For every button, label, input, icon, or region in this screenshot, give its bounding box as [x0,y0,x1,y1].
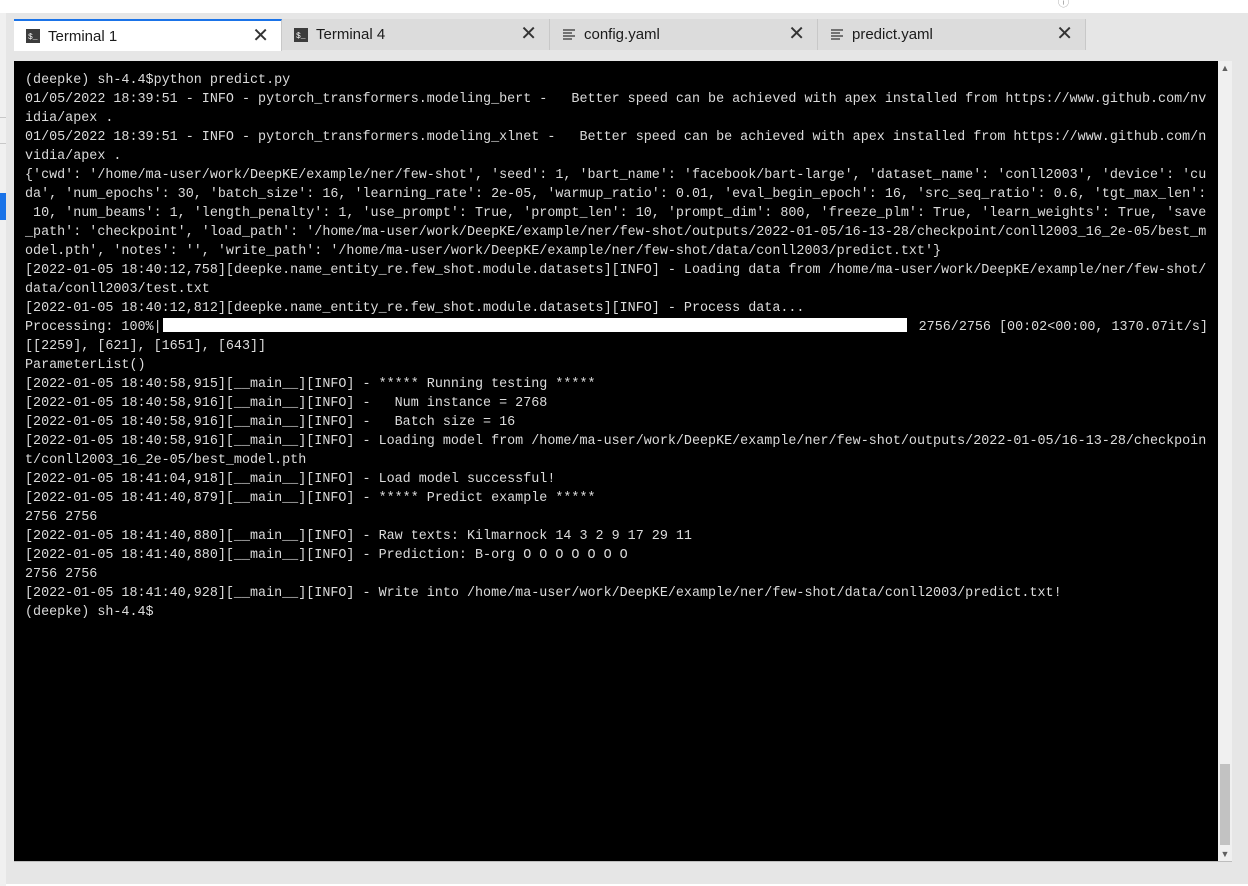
vertical-scrollbar[interactable]: ▲ ▼ [1218,61,1232,861]
terminal-line: [2022-01-05 18:41:40,880][__main__][INFO… [25,548,628,563]
terminal-line: odel.pth', 'notes': '', 'write_path': '/… [25,244,942,259]
close-icon[interactable]: ✕ [252,26,269,46]
tab-label: Terminal 4 [316,26,386,43]
terminal-line: 10, 'num_beams': 1, 'length_penalty': 1,… [25,206,1207,221]
terminal-line: data/conll2003/test.txt [25,282,210,297]
terminal-line: (deepke) sh-4.4$ [25,605,154,620]
terminal-line: 2756 2756 [25,510,98,525]
progress-suffix: 2756/2756 [00:02<00:00, 1370.07it/s] [910,320,1208,335]
text-file-icon [562,28,576,42]
terminal-line: _path': 'checkpoint', 'load_path': '/hom… [25,225,1207,240]
tab-label: predict.yaml [852,26,933,43]
terminal-icon: $_ [26,29,40,43]
tab-config-yaml[interactable]: config.yaml ✕ [550,19,818,50]
scroll-up-arrow-icon[interactable]: ▲ [1218,61,1232,75]
progress-line: Processing: 100%| 2756/2756 [00:02<00:00… [25,318,1208,337]
progress-bar [162,318,907,332]
terminal-line: {'cwd': '/home/ma-user/work/DeepKE/examp… [25,168,1207,183]
terminal-line: [2022-01-05 18:41:04,918][__main__][INFO… [25,472,556,487]
terminal-line: [2022-01-05 18:41:40,928][__main__][INFO… [25,586,1062,601]
terminal-line: [2022-01-05 18:41:40,880][__main__][INFO… [25,529,692,544]
terminal-line: idia/apex . [25,111,114,126]
terminal-line: t/conll2003_16_2e-05/best_model.pth [25,453,307,468]
terminal-line: [[2259], [621], [1651], [643]] [25,339,267,354]
scrollbar-thumb[interactable] [1220,764,1230,845]
tab-terminal-1[interactable]: $_ Terminal 1 ✕ [14,19,282,51]
terminal-line: [2022-01-05 18:40:58,915][__main__][INFO… [25,377,596,392]
svg-text:$_: $_ [28,33,38,42]
tab-label: Terminal 1 [48,27,118,45]
terminal-line: [2022-01-05 18:40:12,758][deepke.name_en… [25,263,1207,278]
scroll-down-arrow-icon[interactable]: ▼ [1218,847,1232,861]
title-strip: ⓘ [0,0,1248,13]
info-icon: ⓘ [1058,0,1069,9]
close-icon[interactable]: ✕ [1056,24,1073,44]
tab-bar: $_ Terminal 1 ✕ $_ Terminal 4 ✕ config.y… [14,19,1086,51]
tab-predict-yaml[interactable]: predict.yaml ✕ [818,19,1086,50]
terminal-bottom-border [14,861,1232,862]
terminal-line: ParameterList() [25,358,146,373]
svg-text:$_: $_ [296,32,306,41]
text-file-icon [830,28,844,42]
close-icon[interactable]: ✕ [520,24,537,44]
terminal-icon: $_ [294,27,308,42]
terminal-line: vidia/apex . [25,149,122,164]
terminal-line: (deepke) sh-4.4$python predict.py [25,73,291,88]
terminal-line: [2022-01-05 18:40:12,812][deepke.name_en… [25,301,805,316]
progress-prefix: Processing: 100%| [25,320,162,335]
terminal-line: 2756 2756 [25,567,98,582]
terminal-output[interactable]: (deepke) sh-4.4$python predict.py 01/05/2… [14,61,1218,861]
tab-label: config.yaml [584,26,660,43]
terminal-line: [2022-01-05 18:41:40,879][__main__][INFO… [25,491,596,506]
terminal-line: 01/05/2022 18:39:51 - INFO - pytorch_tra… [25,92,1207,107]
terminal-line: [2022-01-05 18:40:58,916][__main__][INFO… [25,434,1207,449]
terminal-line: 01/05/2022 18:39:51 - INFO - pytorch_tra… [25,130,1207,145]
tab-terminal-4[interactable]: $_ Terminal 4 ✕ [282,19,550,50]
terminal-line: [2022-01-05 18:40:58,916][__main__][INFO… [25,415,516,430]
terminal-line: da', 'num_epochs': 30, 'batch_size': 16,… [25,187,1207,202]
close-icon[interactable]: ✕ [788,24,805,44]
terminal-line: [2022-01-05 18:40:58,916][__main__][INFO… [25,396,548,411]
terminal-text: (deepke) sh-4.4$python predict.py 01/05/2… [25,71,1208,622]
